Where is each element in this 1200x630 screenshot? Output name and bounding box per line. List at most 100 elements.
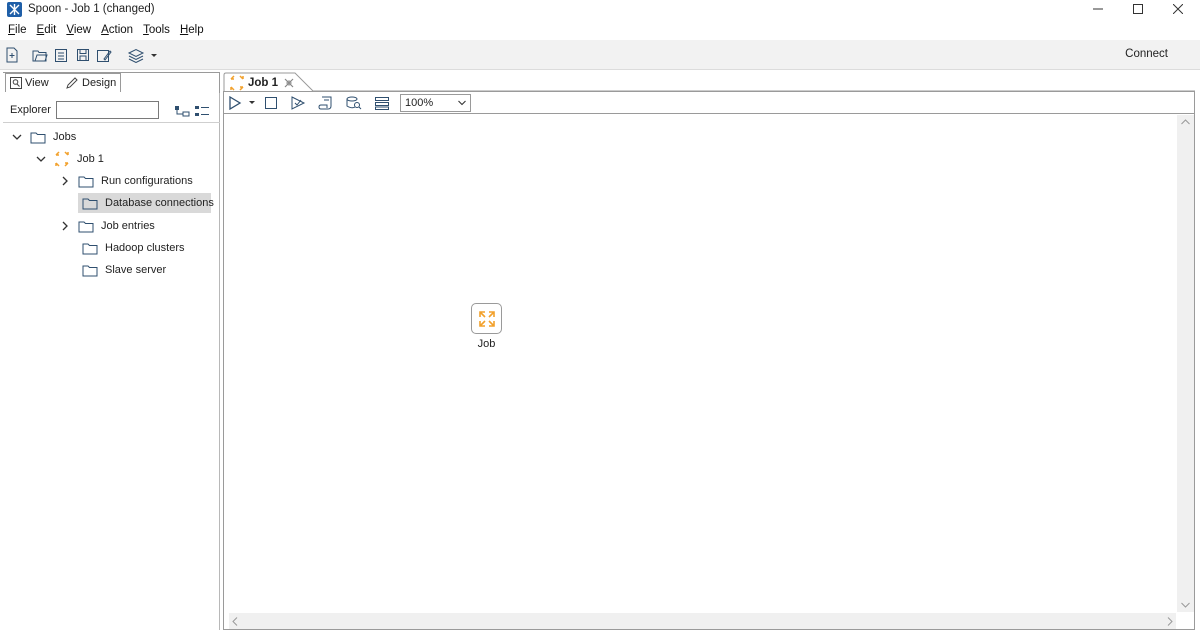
explore-repository-button[interactable] — [52, 46, 70, 64]
replay-button[interactable] — [317, 94, 335, 112]
job-canvas[interactable] — [229, 115, 1176, 612]
menu-tools[interactable]: Tools — [138, 24, 175, 36]
minimize-icon — [1093, 8, 1103, 10]
scroll-down-icon[interactable] — [1181, 602, 1190, 608]
save-as-button[interactable] — [95, 46, 113, 64]
tree-node-hadoop-clusters[interactable]: Hadoop clusters — [82, 238, 185, 258]
folder-icon — [82, 196, 98, 210]
open-folder-icon — [32, 50, 48, 62]
run-button[interactable] — [228, 94, 258, 112]
chevron-down-icon — [458, 100, 466, 106]
vertical-scrollbar[interactable] — [1177, 115, 1194, 612]
title-bar: Spoon - Job 1 (changed) — [0, 0, 1200, 20]
new-file-icon — [6, 47, 18, 63]
folder-icon — [82, 263, 98, 277]
menu-edit[interactable]: Edit — [32, 24, 62, 36]
save-icon — [77, 49, 89, 61]
menu-view[interactable]: View — [61, 24, 96, 36]
align-button[interactable] — [373, 94, 391, 112]
tree-node-database-connections[interactable]: Database connections — [78, 193, 214, 213]
view-search-icon — [10, 77, 22, 89]
play-icon — [229, 96, 255, 110]
chevron-right-icon[interactable] — [58, 219, 72, 233]
left-panel: View Design Explorer Jobs Job 1 Run conf… — [3, 72, 220, 630]
menu-bar: File Edit View Action Tools Help — [0, 21, 1200, 39]
run-check-icon — [291, 96, 306, 110]
job-entry-label: Job — [477, 338, 496, 350]
job-icon — [54, 151, 70, 167]
chevron-right-icon[interactable] — [58, 174, 72, 188]
tree-label-job-entries: Job entries — [101, 220, 155, 232]
window-title: Spoon - Job 1 (changed) — [28, 3, 155, 15]
chevron-down-icon[interactable] — [34, 152, 48, 166]
stop-icon — [265, 97, 277, 109]
layers-icon — [127, 48, 157, 63]
zoom-select[interactable]: 100% — [400, 94, 471, 112]
folder-icon — [78, 174, 94, 188]
tree-node-run-configurations[interactable]: Run configurations — [58, 171, 193, 191]
job-icon — [478, 310, 495, 327]
save-as-icon — [97, 49, 112, 62]
expand-tree-icon — [175, 106, 190, 117]
spoon-app-icon — [7, 2, 22, 17]
explorer-label: Explorer — [10, 104, 51, 116]
tab-job-1[interactable]: Job 1 — [225, 73, 305, 92]
maximize-button[interactable] — [1118, 0, 1158, 18]
job-entry-node[interactable] — [471, 303, 502, 334]
tab-job-1-label: Job 1 — [248, 76, 279, 89]
tree-label-hadoop-clusters: Hadoop clusters — [105, 242, 185, 254]
tree-label-database-connections: Database connections — [105, 197, 214, 209]
save-button[interactable] — [74, 46, 92, 64]
scroll-right-icon[interactable] — [1167, 617, 1173, 626]
job-icon — [230, 74, 244, 91]
perspective-dropdown-button[interactable] — [127, 46, 159, 64]
tab-design-label: Design — [82, 77, 117, 89]
maximize-icon — [1133, 4, 1143, 14]
script-icon — [318, 96, 332, 110]
explorer-search-row: Explorer — [3, 99, 220, 123]
chevron-down-icon[interactable] — [10, 130, 24, 144]
tree-label-run-configurations: Run configurations — [101, 175, 193, 187]
tree-node-slave-server[interactable]: Slave server — [82, 260, 166, 280]
expand-all-button[interactable] — [174, 103, 190, 119]
tree-node-job-1[interactable]: Job 1 — [34, 149, 104, 169]
tree-node-jobs[interactable]: Jobs — [10, 127, 76, 147]
layout-grid-icon — [375, 97, 389, 110]
database-search-icon — [346, 96, 362, 110]
close-icon — [1173, 4, 1183, 14]
menu-file[interactable]: File — [3, 24, 32, 36]
folder-icon — [82, 241, 98, 255]
scroll-up-icon[interactable] — [1181, 119, 1190, 125]
tab-view-label: View — [25, 77, 49, 89]
stop-button[interactable] — [262, 94, 280, 112]
tree-node-job-entries[interactable]: Job entries — [58, 216, 155, 236]
scroll-left-icon[interactable] — [232, 617, 238, 626]
menu-help[interactable]: Help — [175, 24, 209, 36]
new-file-button[interactable] — [3, 46, 21, 64]
folder-icon — [30, 130, 46, 144]
document-list-icon — [55, 48, 67, 62]
horizontal-scrollbar[interactable] — [229, 613, 1176, 629]
tree-label-jobs: Jobs — [53, 131, 77, 143]
explore-db-button[interactable] — [345, 94, 363, 112]
connect-button[interactable]: Connect — [1125, 48, 1168, 60]
close-window-button[interactable] — [1158, 0, 1198, 18]
editor-area: Job 1 100% Job — [223, 72, 1197, 630]
tree-label-job-1: Job 1 — [77, 153, 104, 165]
tab-close-icon[interactable] — [284, 78, 294, 88]
preview-button[interactable] — [289, 94, 307, 112]
minimize-button[interactable] — [1078, 0, 1118, 18]
zoom-value: 100% — [405, 97, 434, 109]
tab-view[interactable]: View — [5, 73, 61, 92]
pencil-icon — [66, 77, 78, 89]
folder-icon — [78, 219, 94, 233]
tab-design[interactable]: Design — [61, 73, 121, 92]
explorer-search-input[interactable] — [56, 101, 159, 119]
editor-frame: 100% Job — [223, 91, 1195, 630]
collapse-all-button[interactable] — [194, 103, 210, 119]
open-file-button[interactable] — [31, 46, 49, 64]
menu-action[interactable]: Action — [96, 24, 138, 36]
editor-tab-strip: Job 1 — [223, 72, 1197, 92]
tree-label-slave-server: Slave server — [105, 264, 167, 276]
collapse-tree-icon — [195, 106, 209, 116]
